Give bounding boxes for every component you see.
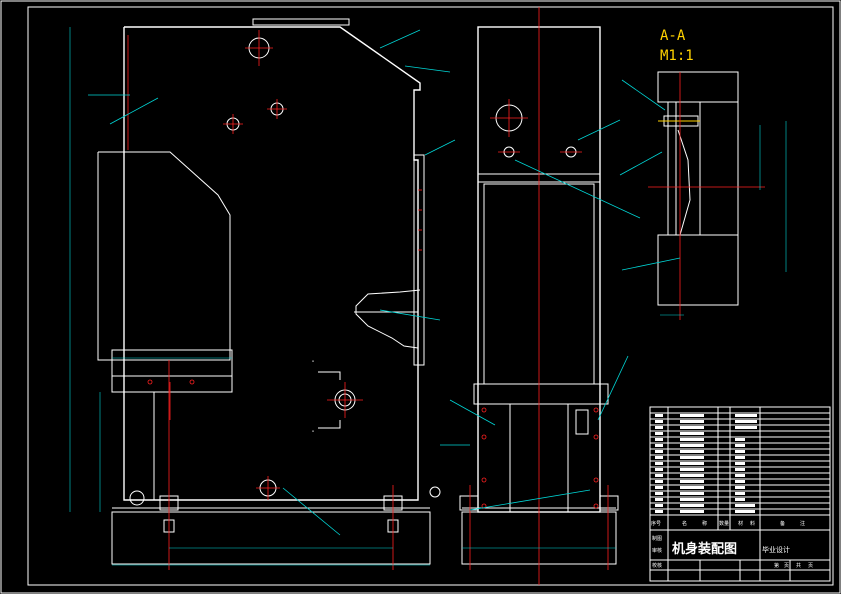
drawing-title: 机身装配图 <box>672 541 737 557</box>
tb-header-name-2: 称 <box>702 520 707 527</box>
tb-header-mat-2: 料 <box>750 520 755 527</box>
section-a-a: A-A M1:1 <box>619 28 787 320</box>
tb-label-drawn: 制图 <box>652 535 662 542</box>
tb-header-qty: 数量 <box>719 520 729 527</box>
section-title: A-A <box>660 28 686 44</box>
tb-header-no: 序号 <box>651 520 661 527</box>
side-view <box>449 7 641 585</box>
title-block: 序号 名 称 数量 材 料 备 注 制图 审核 校核 机身装配图 毕业设计 第 … <box>649 406 831 582</box>
tb-header-note-1: 备 <box>780 520 785 527</box>
drawing-sheet: A A A-A M1:1 序号 名 称 数量 材 料 备 注 制图 审核 校核 … <box>0 0 841 594</box>
tb-sheet-gong: 共 <box>796 562 801 569</box>
tb-label-review: 审核 <box>652 547 662 554</box>
tb-sheet-di: 第 <box>774 562 779 569</box>
section-arrow-a-top: A <box>312 359 315 363</box>
cad-drawing-canvas: A A A-A M1:1 序号 名 称 数量 材 料 备 注 制图 审核 校核 … <box>0 0 841 594</box>
drawing-subtitle: 毕业设计 <box>762 545 790 554</box>
front-view: A A <box>69 18 470 570</box>
tb-header-name-1: 名 <box>682 520 687 527</box>
tb-label-check: 校核 <box>652 562 662 569</box>
section-scale: M1:1 <box>660 48 694 64</box>
inner-frame <box>27 6 834 586</box>
tb-sheet-ye1: 页 <box>784 563 789 569</box>
section-arrow-a-bottom: A <box>312 429 315 433</box>
tb-header-mat-1: 材 <box>738 520 743 527</box>
tb-header-note-2: 注 <box>800 520 805 527</box>
tb-sheet-ye2: 页 <box>808 563 813 569</box>
